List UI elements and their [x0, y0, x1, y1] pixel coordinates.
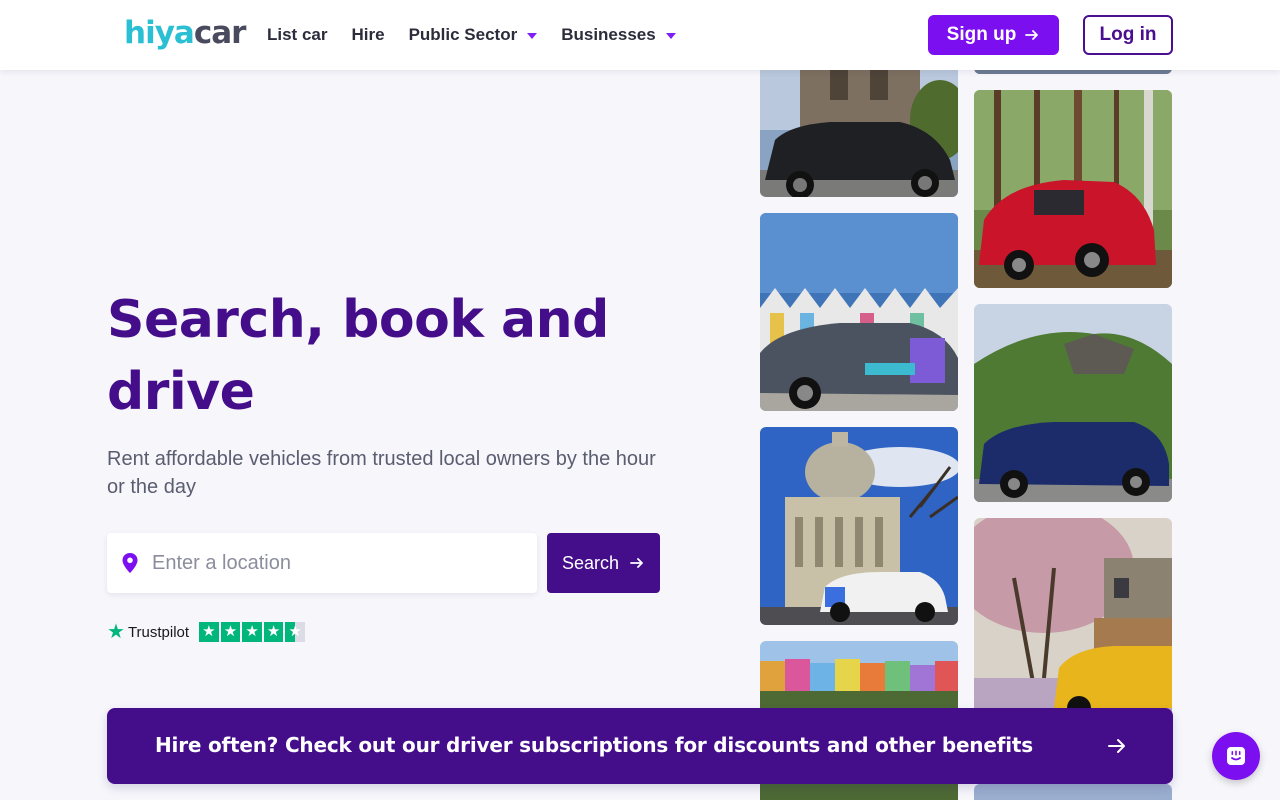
white-car-st-pauls-photo	[760, 427, 958, 625]
nav-item-businesses[interactable]: Businesses	[561, 24, 676, 46]
trustpilot-brand: Trustpilot	[127, 623, 190, 641]
half-star-icon: ★	[285, 622, 306, 642]
logo-text-car: car	[193, 15, 247, 51]
trustpilot-rating[interactable]: ★ Trustpilot ★ ★ ★ ★ ★	[107, 622, 306, 642]
nav-label: Hire	[351, 25, 385, 44]
hero-title: Search, book and drive	[107, 290, 609, 422]
arrow-right-icon	[1108, 739, 1125, 753]
star-icon: ★	[220, 622, 241, 642]
grey-car-beach-huts-photo	[760, 213, 958, 411]
nav-label: Businesses	[561, 25, 656, 44]
arrow-right-icon	[1025, 30, 1039, 40]
location-pin-icon	[122, 553, 138, 573]
nav-item-public-sector[interactable]: Public Sector	[409, 24, 538, 46]
main-nav: List car Hire Public Sector Businesses	[267, 24, 700, 46]
nav-item-hire[interactable]: Hire	[351, 24, 384, 46]
hero-subtitle: Rent affordable vehicles from trusted lo…	[107, 448, 656, 498]
subscription-banner[interactable]: Hire often? Check out our driver subscri…	[107, 708, 1173, 784]
banner-text: Hire often? Check out our driver subscri…	[155, 733, 1033, 757]
red-car-forest-photo	[974, 90, 1172, 288]
chat-icon	[1227, 747, 1245, 765]
hiyacar-logo[interactable]: hiyacar	[124, 15, 247, 51]
blue-car-edinburgh-photo	[974, 304, 1172, 502]
caret-down-icon	[665, 33, 676, 39]
search-button-label: Search	[561, 552, 620, 573]
yellow-car-blossom-photo	[974, 518, 1172, 718]
star-icon: ★	[242, 622, 262, 642]
chat-launcher-button[interactable]	[1212, 732, 1260, 780]
logo-text-hiya: hiya	[124, 15, 195, 51]
nav-item-list-car[interactable]: List car	[267, 24, 327, 46]
star-icon: ★	[199, 622, 219, 642]
rating-stars: ★ ★ ★ ★ ★	[199, 622, 306, 642]
arrow-right-icon	[630, 558, 643, 568]
location-input[interactable]	[152, 533, 522, 593]
log-in-label: Log in	[1099, 24, 1157, 45]
bottom-cropped-photo	[974, 784, 1172, 800]
caret-down-icon	[527, 33, 538, 39]
trustpilot-star-icon: ★	[107, 621, 125, 643]
black-car-castle-photo	[760, 50, 958, 197]
search-button[interactable]: Search	[547, 533, 660, 593]
sign-up-button[interactable]: Sign up	[928, 15, 1059, 55]
location-search-box	[107, 533, 537, 593]
trustpilot-logo: ★ Trustpilot	[107, 622, 189, 642]
nav-label: Public Sector	[408, 25, 518, 44]
log-in-button[interactable]: Log in	[1083, 15, 1173, 55]
nav-label: List car	[267, 25, 328, 44]
site-header: hiyacar List car Hire Public Sector Busi…	[0, 0, 1280, 70]
sign-up-label: Sign up	[946, 24, 1017, 45]
star-icon: ★	[263, 622, 284, 642]
